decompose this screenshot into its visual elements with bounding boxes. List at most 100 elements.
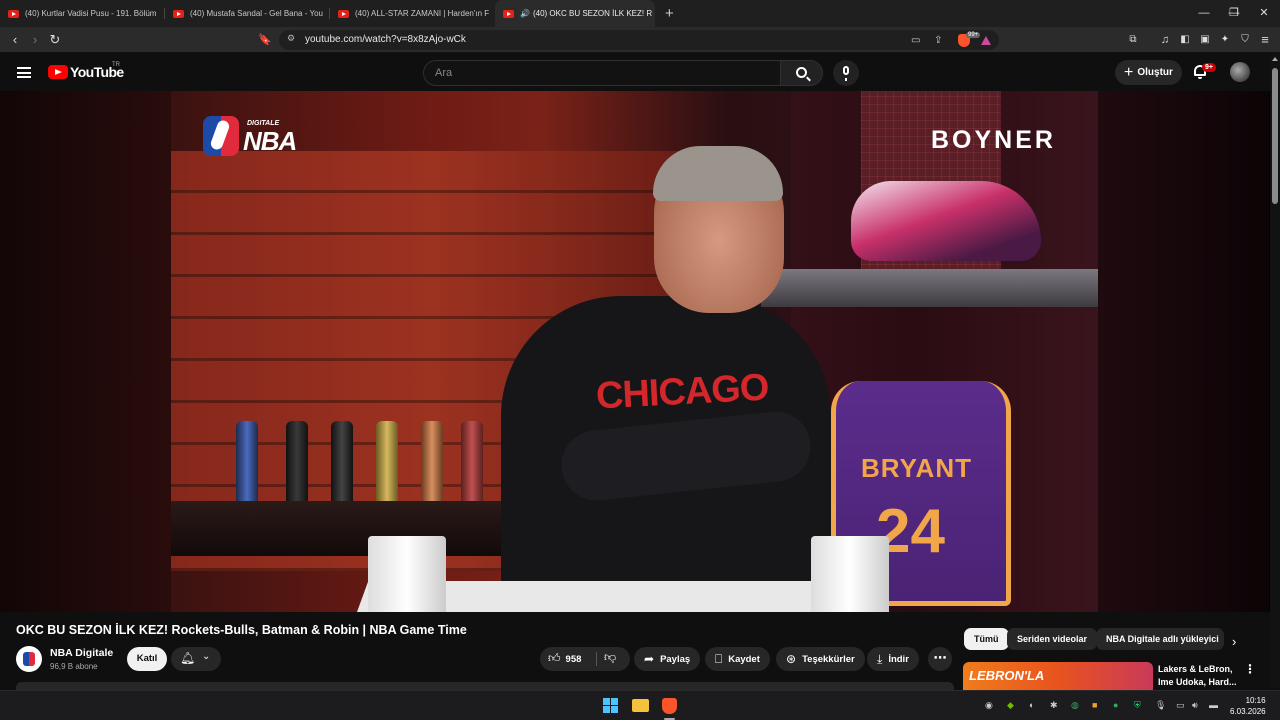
channel-avatar[interactable] — [16, 646, 42, 672]
video-title: OKC BU SEZON İLK KEZ! Rockets-Bulls, Bat… — [16, 623, 467, 637]
windows-start-icon[interactable] — [603, 698, 619, 714]
forward-icon[interactable]: › — [24, 27, 46, 53]
network-icon[interactable]: ▭ — [1176, 700, 1185, 711]
browser-tab[interactable]: (40) ALL-STAR ZAMANI | Harden'ın F — [330, 0, 495, 27]
app-tray-icon[interactable]: ● — [1113, 700, 1118, 710]
shield-icon[interactable]: ⛨ — [1134, 700, 1141, 711]
save-button[interactable]: ⎕ Kaydet — [705, 647, 770, 671]
chip-series-videos[interactable]: Seriden videolar — [1007, 628, 1098, 650]
screenshot-icon[interactable]: ⧉ — [1122, 27, 1144, 53]
settings-tray-icon[interactable]: ✱ — [1050, 700, 1058, 711]
vpn-icon[interactable]: ⛉ — [1234, 27, 1256, 53]
system-clock[interactable]: 10:16 6.03.2026 — [1230, 695, 1266, 717]
chip-all[interactable]: Tümü — [964, 628, 1009, 650]
microphone-tray-icon[interactable]: 🎙︎ — [1155, 700, 1166, 711]
recommended-video-title[interactable]: Lakers & LeBron, Ime Udoka, Hard... — [1158, 663, 1238, 689]
bell-icon: 🔔︎ — [180, 651, 196, 665]
restore-button[interactable]: ❐ — [1218, 0, 1250, 27]
browser-tab-active[interactable]: 🔊 (40) OKC BU SEZON İLK KEZ! R ✕ — [495, 0, 655, 27]
thumbs-down-icon: 👎︎ — [604, 650, 617, 664]
create-button[interactable]: + Oluştur — [1115, 60, 1182, 85]
recommended-video-thumbnail[interactable]: LEBRON'LA — [963, 662, 1153, 690]
wallet-icon[interactable]: ▣ — [1194, 27, 1216, 53]
notification-badge: 9+ — [1202, 63, 1216, 72]
back-icon[interactable]: ‹ — [4, 27, 26, 53]
chevron-right-icon[interactable]: › — [1232, 634, 1236, 649]
chip-uploader[interactable]: NBA Digitale adlı yükleyici — [1096, 628, 1224, 650]
microphone-icon — [843, 66, 849, 81]
app-tray-icon[interactable]: ◍ — [1071, 700, 1079, 711]
youtube-favicon-icon — [173, 9, 184, 18]
leo-ai-icon[interactable]: ✦ — [1214, 27, 1236, 53]
share-button[interactable]: ➦ Paylaş — [634, 647, 701, 671]
nvidia-icon[interactable]: ◆ — [1007, 700, 1014, 711]
youtube-logo-icon[interactable] — [48, 65, 68, 79]
create-label: Oluştur — [1137, 67, 1173, 78]
share-arrow-icon: ➦ — [644, 652, 655, 666]
more-actions-button[interactable]: ⋯ — [928, 647, 952, 671]
file-explorer-icon[interactable] — [632, 699, 649, 712]
steam-icon[interactable]: ◉ — [985, 700, 993, 711]
browser-toolbar: ‹ › ↻ 🔖 ⚙ youtube.com/watch?v=8x8zAjo-wC… — [0, 27, 1280, 53]
download-button[interactable]: ⤓ İndir — [867, 647, 919, 671]
share-page-icon[interactable]: ⇪ — [934, 35, 942, 46]
volume-icon[interactable]: 🔊︎ — [1192, 700, 1198, 711]
jersey-name: BRYANT — [861, 453, 972, 483]
sponsor-logo: BOYNER — [931, 126, 1056, 154]
bookmark-icon[interactable]: 🔖 — [254, 27, 276, 53]
tab-title: (40) OKC BU SEZON İLK KEZ! R — [532, 9, 653, 18]
shields-count-badge: 99+ — [966, 32, 981, 38]
url-text[interactable]: youtube.com/watch?v=8x8zAjo-wCk — [305, 34, 466, 45]
search-button[interactable] — [780, 60, 823, 86]
sidebar-icon[interactable]: ◧ — [1174, 27, 1196, 53]
music-icon[interactable]: ♫ — [1154, 27, 1176, 53]
reload-icon[interactable]: ↻ — [44, 27, 66, 53]
app-tray-icon[interactable]: ◐ — [1029, 700, 1034, 710]
channel-name[interactable]: NBA Digitale — [50, 647, 113, 659]
tab-close-icon[interactable]: ✕ — [652, 7, 655, 20]
browser-menu-icon[interactable]: ≡ — [1254, 27, 1276, 53]
search-input[interactable] — [423, 60, 781, 86]
cast-icon[interactable]: ▭ — [911, 35, 920, 46]
battery-icon[interactable]: ▬ — [1209, 700, 1218, 710]
subscription-bell-button[interactable]: 🔔︎ ⌄ — [171, 647, 221, 671]
browser-tab[interactable]: (40) Kurtlar Vadisi Pusu - 191. Bölüm — [0, 0, 165, 27]
thanks-button[interactable]: ⊛ Teşekkürler — [776, 647, 865, 671]
clock-date: 6.03.2026 — [1230, 707, 1266, 716]
brave-rewards-icon[interactable] — [981, 36, 991, 45]
window-close-button[interactable]: ✕ — [1248, 0, 1280, 27]
app-tray-icon[interactable]: ■ — [1092, 700, 1097, 710]
mug — [368, 536, 446, 612]
speaker-icon[interactable]: 🔊 — [520, 9, 530, 18]
brave-browser-icon[interactable] — [662, 698, 677, 714]
description-box[interactable] — [16, 682, 954, 690]
shirt-print: CHICAGO — [594, 366, 770, 418]
video-player[interactable]: BRYANT 24 CHICAGO DIGITALE NBA BOYNER — [0, 91, 1270, 612]
plus-icon: + — [1124, 63, 1134, 81]
page-scrollbar[interactable] — [1270, 54, 1280, 688]
new-tab-button[interactable]: + — [655, 0, 684, 27]
tab-title: (40) ALL-STAR ZAMANI | Harden'ın F — [355, 9, 490, 18]
taskbar: ◉ ◆ ◐ ✱ ◍ ■ ● ⛨ 🎙︎ ▭ 🔊︎ ▬ 10:16 6.03.202… — [0, 690, 1280, 720]
scrollbar-thumb[interactable] — [1272, 68, 1278, 204]
site-info-icon[interactable]: ⚙ — [287, 33, 295, 44]
video-frame[interactable]: BRYANT 24 CHICAGO DIGITALE NBA BOYNER — [171, 91, 1098, 612]
bookmark-icon: ⎕ — [715, 651, 723, 666]
account-avatar[interactable] — [1230, 62, 1250, 82]
voice-search-button[interactable] — [833, 60, 859, 86]
dislike-button[interactable]: 👎︎ — [604, 650, 616, 665]
hamburger-menu-icon[interactable] — [17, 67, 31, 78]
kebab-menu-icon[interactable]: ⋮ — [1244, 662, 1256, 676]
youtube-favicon-icon — [338, 9, 349, 18]
download-icon: ⤓ — [877, 651, 883, 666]
join-button[interactable]: Katıl — [127, 647, 167, 671]
scroll-up-icon[interactable] — [1272, 57, 1278, 61]
search-icon — [796, 67, 807, 78]
address-bar[interactable]: ⚙ youtube.com/watch?v=8x8zAjo-wCk ▭ ⇪ 99… — [279, 30, 999, 50]
youtube-favicon-icon — [8, 9, 19, 18]
like-button[interactable]: 👍︎ 958 — [548, 651, 581, 666]
browser-tab[interactable]: (40) Mustafa Sandal - Gel Bana - You — [165, 0, 330, 27]
mug — [811, 536, 889, 612]
minimize-button[interactable]: — — [1188, 0, 1220, 27]
sneaker — [851, 181, 1041, 261]
